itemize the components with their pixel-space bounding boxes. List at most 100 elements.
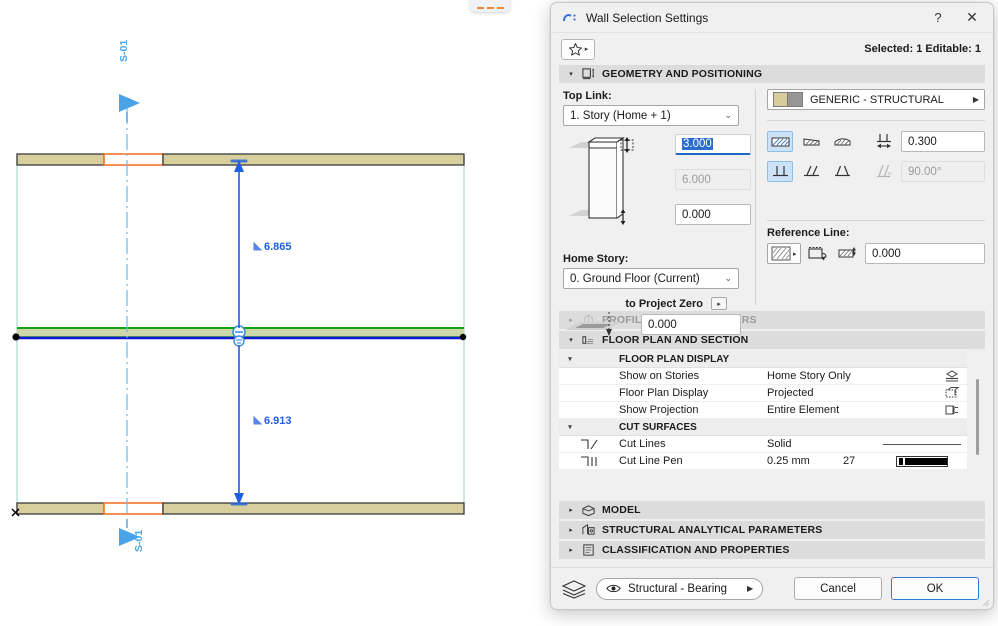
dimension-upper-label[interactable]: 6.865 xyxy=(264,241,292,253)
help-button[interactable]: ? xyxy=(921,4,955,32)
dimension-lower-label[interactable]: 6.913 xyxy=(264,415,292,427)
project-zero-input[interactable]: 0.000 xyxy=(641,314,741,335)
wall-base-offset-input[interactable]: 0.000 xyxy=(675,204,751,225)
reference-line-fill-button[interactable]: ▸ xyxy=(767,243,801,264)
section-header-model[interactable]: ▸ MODEL xyxy=(559,501,985,519)
svg-text:α: α xyxy=(888,171,892,177)
layer-value: Structural - Bearing xyxy=(628,582,728,595)
table-row[interactable]: Show Projection Entire Element xyxy=(559,402,967,419)
resize-grip-icon[interactable] xyxy=(980,597,990,607)
wall-height-diagram-icon xyxy=(569,136,634,225)
floor-plan-settings-list[interactable]: ▾ FLOOR PLAN DISPLAY Show on Stories Hom… xyxy=(559,351,985,499)
chevron-right-icon: ▶ xyxy=(972,95,979,104)
group-title: CUT SURFACES xyxy=(619,421,697,433)
layers-icon xyxy=(561,579,587,599)
geometry-right-column: GENERIC - STRUCTURAL ▶ 0.300 α 90.00° Re… xyxy=(749,89,985,309)
flip-reference-line-icon xyxy=(807,247,826,261)
chevron-down-icon: ⌄ xyxy=(724,273,732,283)
flip-reference-line-button[interactable] xyxy=(807,243,829,264)
dimension-lower[interactable] xyxy=(230,345,248,506)
home-story-select[interactable]: 0. Ground Floor (Current) ⌄ xyxy=(563,268,739,289)
section-marker-bottom-label: S-01 xyxy=(133,529,145,552)
dimension-lower-glyph xyxy=(253,415,263,425)
wall-height-input[interactable]: 3.000 xyxy=(675,134,751,155)
wall-bottom-left-segment xyxy=(16,502,105,515)
list-group-header-cut-surfaces[interactable]: ▾ CUT SURFACES xyxy=(559,419,967,436)
ok-button[interactable]: OK xyxy=(891,577,980,600)
wall-top-right-segment xyxy=(162,153,465,166)
material-swatches xyxy=(773,92,803,107)
cut-line-pen-icon xyxy=(559,455,619,468)
row-value: Solid xyxy=(767,438,792,450)
top-link-select[interactable]: 1. Story (Home + 1) ⌄ xyxy=(563,105,739,126)
chevron-right-icon: ▶ xyxy=(746,584,754,593)
row-value: 0.25 mm xyxy=(767,455,810,467)
row-value: Home Story Only xyxy=(767,370,851,382)
building-material-select[interactable]: GENERIC - STRUCTURAL ▶ xyxy=(767,89,985,110)
wall-total-height-readonly: 6.000 xyxy=(675,169,751,190)
geometry-divider-line xyxy=(767,120,985,121)
group-title: FLOOR PLAN DISPLAY xyxy=(619,353,730,365)
dialog-body: ▾ GEOMETRY AND POSITIONING Top Link: 1. … xyxy=(551,65,993,561)
wall-total-height-value: 6.000 xyxy=(682,173,711,186)
close-button[interactable]: ✕ xyxy=(955,4,989,32)
collapsed-sections: ▸ MODEL ▸ STRUCTURAL ANALYTICAL PARAMETE… xyxy=(559,501,985,561)
cancel-button[interactable]: Cancel xyxy=(794,577,883,600)
layer-select[interactable]: Structural - Bearing ▶ xyxy=(596,577,764,600)
dialog-title: Wall Selection Settings xyxy=(586,10,709,25)
reference-line-group: Reference Line: ▸ 0.000 xyxy=(767,227,985,264)
wall-top-left-segment xyxy=(16,153,105,166)
table-row[interactable]: Cut Lines Solid xyxy=(559,436,967,453)
section-header-classification[interactable]: ▸ CLASSIFICATION AND PROPERTIES xyxy=(559,541,985,559)
table-row[interactable]: Cut Line Pen 0.25 mm 27 xyxy=(559,453,967,470)
dialog-titlebar: Wall Selection Settings ? ✕ xyxy=(551,3,993,33)
chevron-down-icon: ▾ xyxy=(569,71,573,78)
table-row[interactable]: Show on Stories Home Story Only xyxy=(559,368,967,385)
chevron-down-icon: ▾ xyxy=(568,356,572,363)
geometry-panel: Top Link: 1. Story (Home + 1) ⌄ 3.000 6.… xyxy=(559,85,985,336)
list-scrollbar-thumb[interactable] xyxy=(976,379,979,455)
complex-profile-icon[interactable] xyxy=(829,131,855,152)
reference-line-label: Reference Line: xyxy=(767,227,850,239)
app-root: S-01 S-01 6.865 6.913 Wall Selection Set… xyxy=(0,0,998,626)
section-label-structural-analytical: STRUCTURAL ANALYTICAL PARAMETERS xyxy=(602,524,823,536)
vertical-wall-icon[interactable] xyxy=(767,161,793,182)
project-zero-options-button[interactable]: ▸ xyxy=(711,297,727,310)
tapered-structure-icon[interactable] xyxy=(798,131,824,152)
reference-line-offset-value: 0.000 xyxy=(872,247,901,260)
project-zero-label: to Project Zero xyxy=(625,298,703,310)
list-group-header-floor-plan-display[interactable]: ▾ FLOOR PLAN DISPLAY xyxy=(559,351,967,368)
composite-structure-icon[interactable] xyxy=(767,131,793,152)
table-row[interactable]: Floor Plan Display Projected xyxy=(559,385,967,402)
row-value: Entire Element xyxy=(767,404,840,416)
chevron-right-icon: ▸ xyxy=(793,250,797,258)
structure-type-row: 0.300 xyxy=(767,131,985,152)
double-slanted-wall-icon[interactable] xyxy=(829,161,855,182)
home-story-value: 0. Ground Floor (Current) xyxy=(570,272,700,285)
wall-top-opening xyxy=(103,153,164,166)
section-header-geometry[interactable]: ▾ GEOMETRY AND POSITIONING xyxy=(559,65,985,83)
row-name: Show on Stories xyxy=(619,370,700,382)
section-header-structural-analytical[interactable]: ▸ STRUCTURAL ANALYTICAL PARAMETERS xyxy=(559,521,985,539)
pen-swatch xyxy=(896,455,948,467)
slant-angle-icon: α xyxy=(874,161,894,182)
slanted-wall-icon[interactable] xyxy=(798,161,824,182)
floating-mini-toolbar[interactable] xyxy=(470,0,510,12)
cad-floor-plan-canvas[interactable]: S-01 S-01 6.865 6.913 xyxy=(0,0,555,626)
model-icon xyxy=(582,505,595,517)
selection-midpoint-handle[interactable] xyxy=(232,325,246,347)
home-story-label: Home Story: xyxy=(563,253,629,265)
dash-mark-2 xyxy=(486,7,494,9)
wall-bottom-right-segment xyxy=(162,502,465,515)
dimension-upper-glyph xyxy=(253,241,263,251)
project-zero-icon xyxy=(565,312,621,336)
height-fields-stack: 3.000 6.000 0.000 xyxy=(675,134,751,225)
star-icon xyxy=(568,42,582,56)
pen-preview xyxy=(877,455,967,467)
slant-angle-input: 90.00° xyxy=(901,161,985,182)
reference-line-offset-input[interactable]: 0.000 xyxy=(865,243,985,264)
section-marker-top-label: S-01 xyxy=(118,39,130,62)
wall-thickness-input[interactable]: 0.300 xyxy=(901,131,985,152)
favorites-button[interactable]: ▸ xyxy=(561,38,595,60)
dimension-upper[interactable] xyxy=(230,159,248,328)
